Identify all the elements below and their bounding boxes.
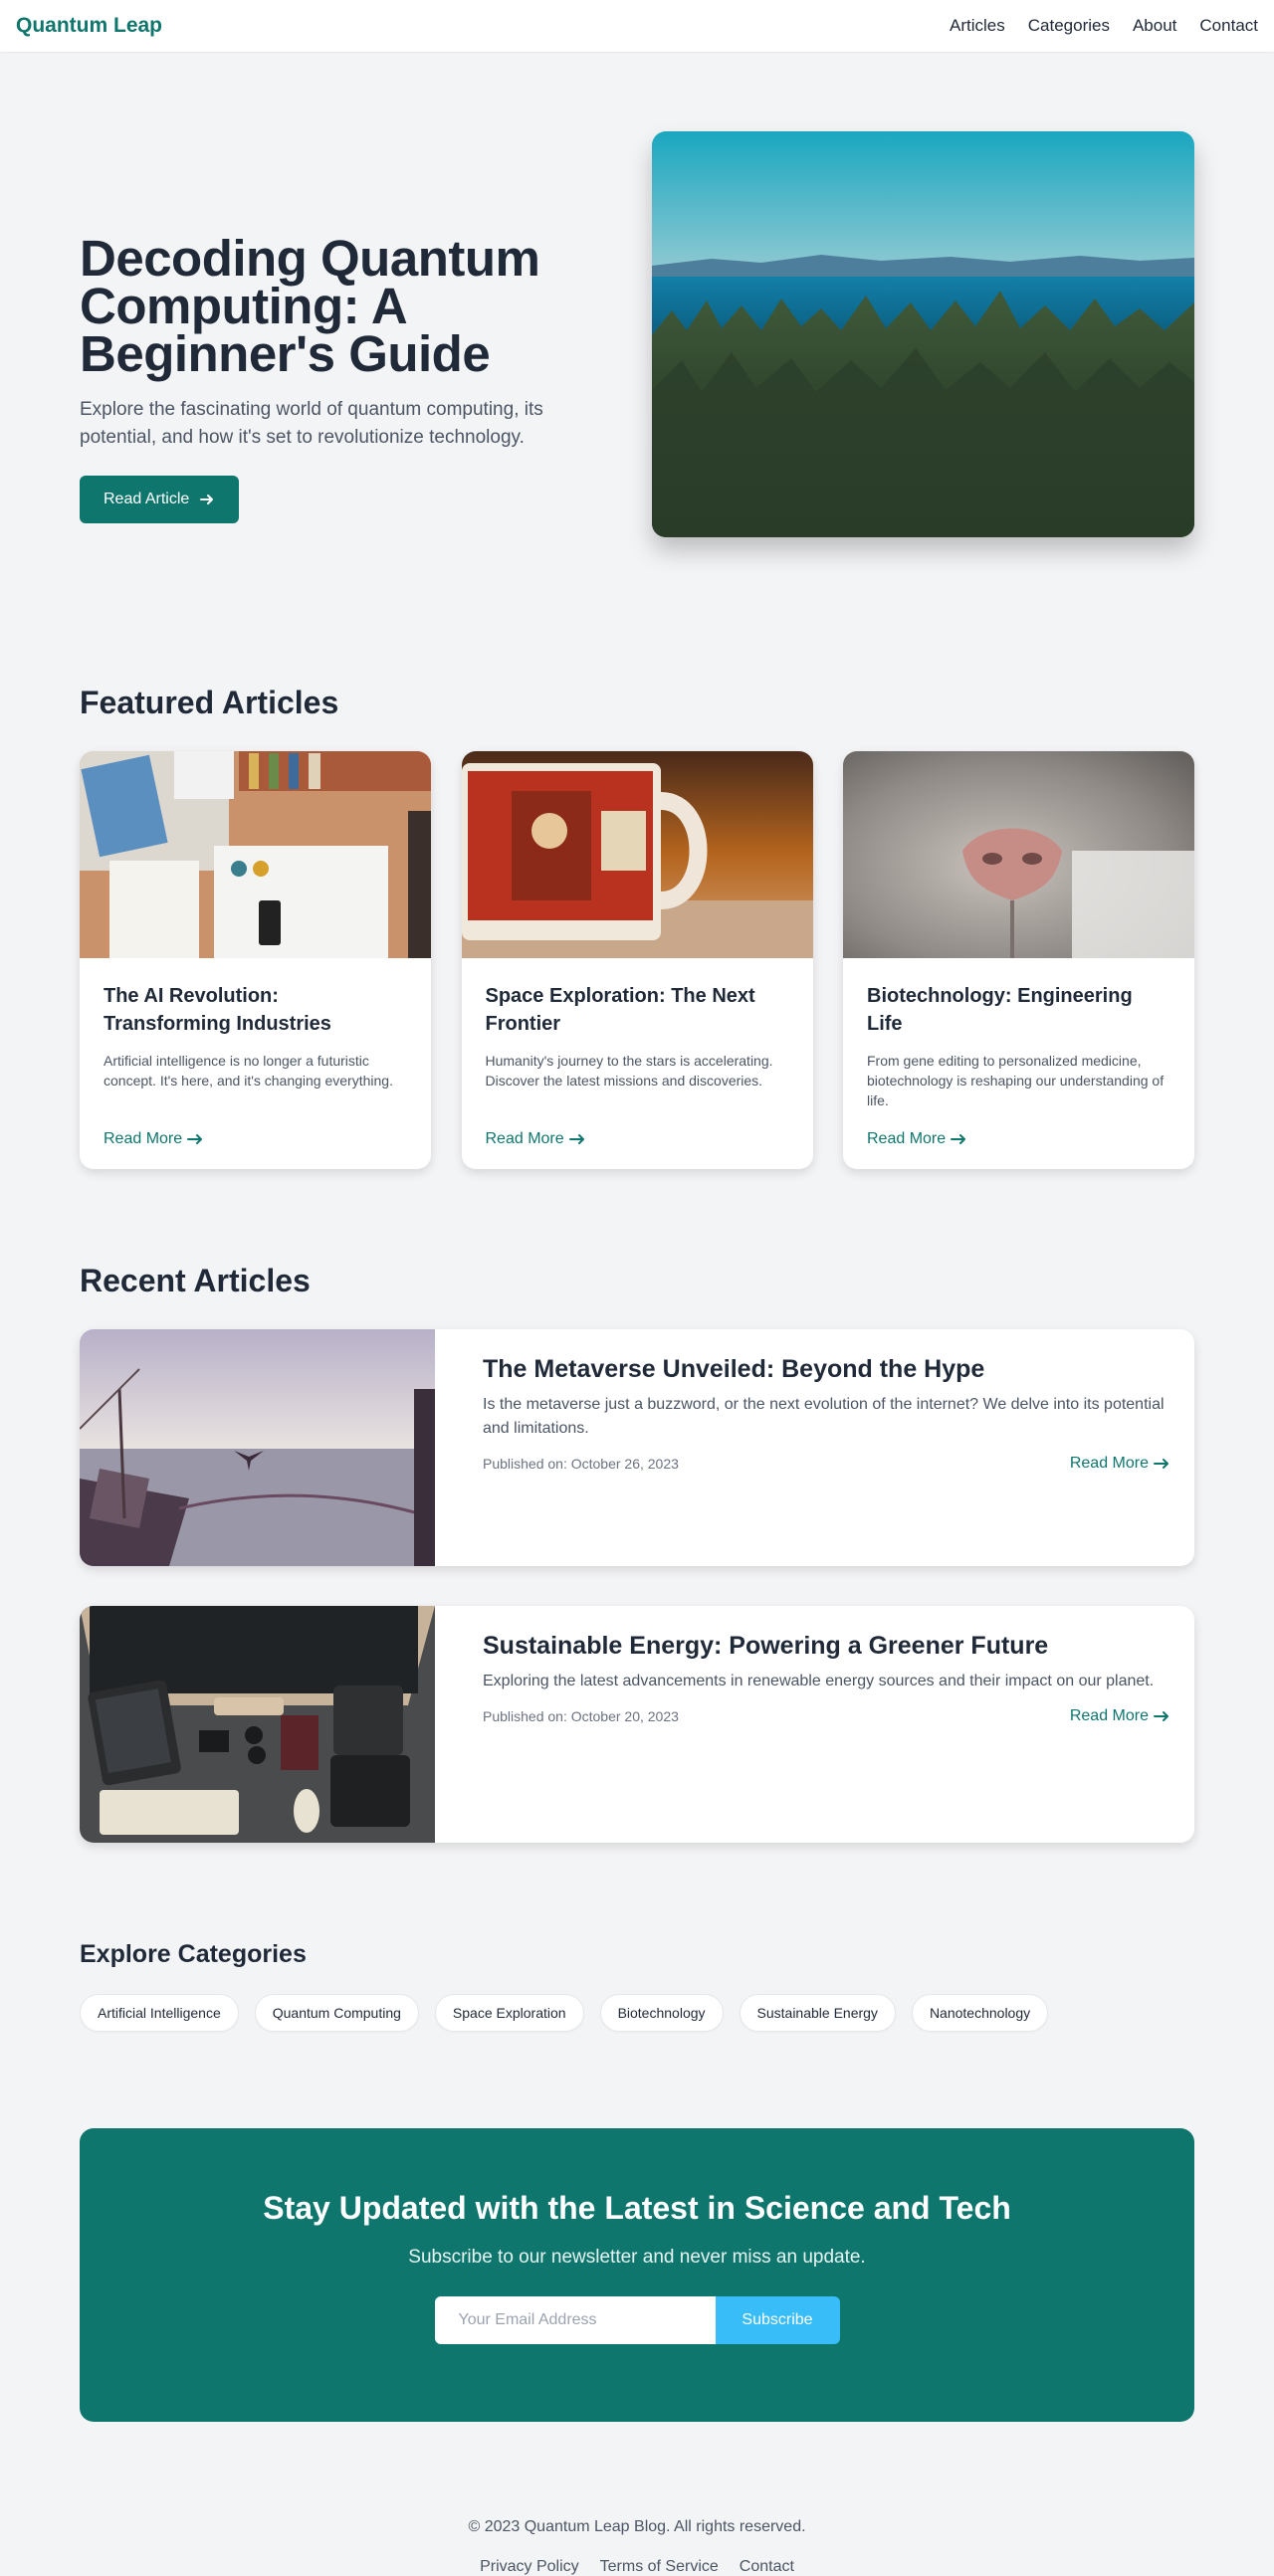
nav-link-about[interactable]: About: [1133, 16, 1176, 36]
featured-card: Biotechnology: Engineering Life From gen…: [843, 751, 1194, 1169]
recent-body: The Metaverse Unveiled: Beyond the Hype …: [435, 1329, 1194, 1566]
recent-meta: Published on: October 20, 2023 Read More: [483, 1707, 1170, 1725]
hero-text: Decoding Quantum Computing: A Beginner's…: [80, 230, 597, 523]
hero-description: Explore the fascinating world of quantum…: [80, 399, 543, 448]
card-image-desk: [80, 751, 431, 958]
recent-description: Is the metaverse just a buzzword, or the…: [483, 1396, 1165, 1437]
read-more-label: Read More: [1069, 1455, 1149, 1472]
nav-link-articles[interactable]: Articles: [950, 16, 1005, 36]
read-article-button[interactable]: Read Article: [80, 476, 240, 523]
read-more-label: Read More: [104, 1130, 183, 1147]
read-more-label: Read More: [1069, 1707, 1149, 1724]
newsletter-form: Subscribe: [434, 2296, 840, 2344]
category-chip-ai[interactable]: Artificial Intelligence: [80, 1994, 239, 2032]
nav-link-contact[interactable]: Contact: [1199, 16, 1258, 36]
featured-heading: Featured Articles: [80, 685, 339, 720]
hero-image: [652, 131, 1194, 537]
read-more-link[interactable]: Read More: [104, 1130, 204, 1148]
categories-heading: Explore Categories: [80, 1940, 307, 1968]
card-description: Humanity's journey to the stars is accel…: [485, 1053, 773, 1089]
publish-date: Published on: October 20, 2023: [483, 1708, 679, 1724]
email-input[interactable]: [434, 2296, 716, 2344]
read-more-link[interactable]: Read More: [1070, 1707, 1170, 1725]
recent-body: Sustainable Energy: Powering a Greener F…: [435, 1606, 1194, 1843]
newsletter-title: Stay Updated with the Latest in Science …: [263, 2190, 1011, 2226]
card-body: The AI Revolution: Transforming Industri…: [80, 958, 431, 1148]
copyright-text: © 2023 Quantum Leap Blog. All rights res…: [468, 2518, 806, 2535]
categories-section: Explore Categories Artificial Intelligen…: [80, 1843, 1194, 2032]
footer-link-terms[interactable]: Terms of Service: [600, 2558, 719, 2576]
arrow-right-icon: [568, 1134, 584, 1144]
recent-meta: Published on: October 26, 2023 Read More: [483, 1455, 1170, 1473]
card-title: The AI Revolution: Transforming Industri…: [104, 985, 331, 1035]
read-more-label: Read More: [867, 1130, 947, 1147]
hero-title: Decoding Quantum Computing: A Beginner's…: [80, 230, 540, 382]
card-title: Biotechnology: Engineering Life: [867, 985, 1133, 1035]
footer-links: Privacy Policy Terms of Service Contact: [0, 2558, 1274, 2576]
category-chip-quantum[interactable]: Quantum Computing: [254, 1994, 419, 2032]
arrow-right-icon: [200, 495, 214, 504]
arrow-right-icon: [951, 1134, 966, 1144]
card-body: Space Exploration: The Next Frontier Hum…: [462, 958, 813, 1148]
arrow-right-icon: [1154, 1711, 1168, 1721]
footer: © 2023 Quantum Leap Blog. All rights res…: [0, 2422, 1274, 2576]
recent-description: Exploring the latest advancements in ren…: [483, 1673, 1155, 1689]
read-more-link[interactable]: Read More: [1070, 1455, 1170, 1473]
card-description: Artificial intelligence is no longer a f…: [104, 1053, 393, 1089]
main-content: Decoding Quantum Computing: A Beginner's…: [80, 52, 1194, 2422]
read-article-label: Read Article: [104, 491, 190, 507]
newsletter-section: Stay Updated with the Latest in Science …: [80, 2128, 1194, 2422]
card-description: From gene editing to personalized medici…: [867, 1053, 1165, 1108]
category-chip-space[interactable]: Space Exploration: [434, 1994, 584, 2032]
footer-link-contact[interactable]: Contact: [740, 2558, 794, 2576]
arrow-right-icon: [187, 1134, 203, 1144]
card-image-mug: [461, 751, 813, 958]
newsletter-subtitle: Subscribe to our newsletter and never mi…: [408, 2247, 866, 2268]
read-more-label: Read More: [485, 1130, 564, 1147]
card-image-cat-nose: [843, 751, 1194, 958]
recent-article: Sustainable Energy: Powering a Greener F…: [80, 1606, 1194, 1843]
top-nav: Quantum Leap Articles Categories About C…: [0, 0, 1274, 52]
card-body: Biotechnology: Engineering Life From gen…: [843, 958, 1194, 1148]
footer-link-privacy[interactable]: Privacy Policy: [480, 2558, 579, 2576]
arrow-right-icon: [1154, 1459, 1168, 1469]
publish-date: Published on: October 26, 2023: [483, 1456, 679, 1472]
category-chip-nano[interactable]: Nanotechnology: [911, 1994, 1049, 2032]
recent-section: Recent Articles The Metaverse Unveiled: …: [80, 1169, 1194, 1843]
recent-title: Sustainable Energy: Powering a Greener F…: [483, 1632, 1049, 1660]
card-title: Space Exploration: The Next Frontier: [485, 985, 755, 1035]
featured-section: Featured Articles The AI Revolution: Tra…: [80, 641, 1194, 1169]
category-chip-energy[interactable]: Sustainable Energy: [739, 1994, 896, 2032]
featured-card: The AI Revolution: Transforming Industri…: [80, 751, 431, 1169]
read-more-link[interactable]: Read More: [486, 1130, 586, 1148]
subscribe-button[interactable]: Subscribe: [715, 2296, 840, 2344]
recent-image-boat: [80, 1329, 435, 1566]
recent-image-workspace: [80, 1606, 435, 1843]
category-chips: Artificial Intelligence Quantum Computin…: [80, 1994, 1194, 2032]
category-chip-biotech[interactable]: Biotechnology: [599, 1994, 724, 2032]
featured-card: Space Exploration: The Next Frontier Hum…: [461, 751, 813, 1169]
read-more-link[interactable]: Read More: [867, 1130, 967, 1148]
nav-link-categories[interactable]: Categories: [1028, 16, 1110, 36]
brand-logo[interactable]: Quantum Leap: [16, 14, 162, 38]
featured-cards: The AI Revolution: Transforming Industri…: [80, 751, 1194, 1169]
recent-title: The Metaverse Unveiled: Beyond the Hype: [483, 1355, 985, 1383]
recent-article: The Metaverse Unveiled: Beyond the Hype …: [80, 1329, 1194, 1566]
hero-section: Decoding Quantum Computing: A Beginner's…: [80, 52, 1194, 641]
nav-links: Articles Categories About Contact: [950, 16, 1258, 36]
recent-heading: Recent Articles: [80, 1263, 311, 1298]
